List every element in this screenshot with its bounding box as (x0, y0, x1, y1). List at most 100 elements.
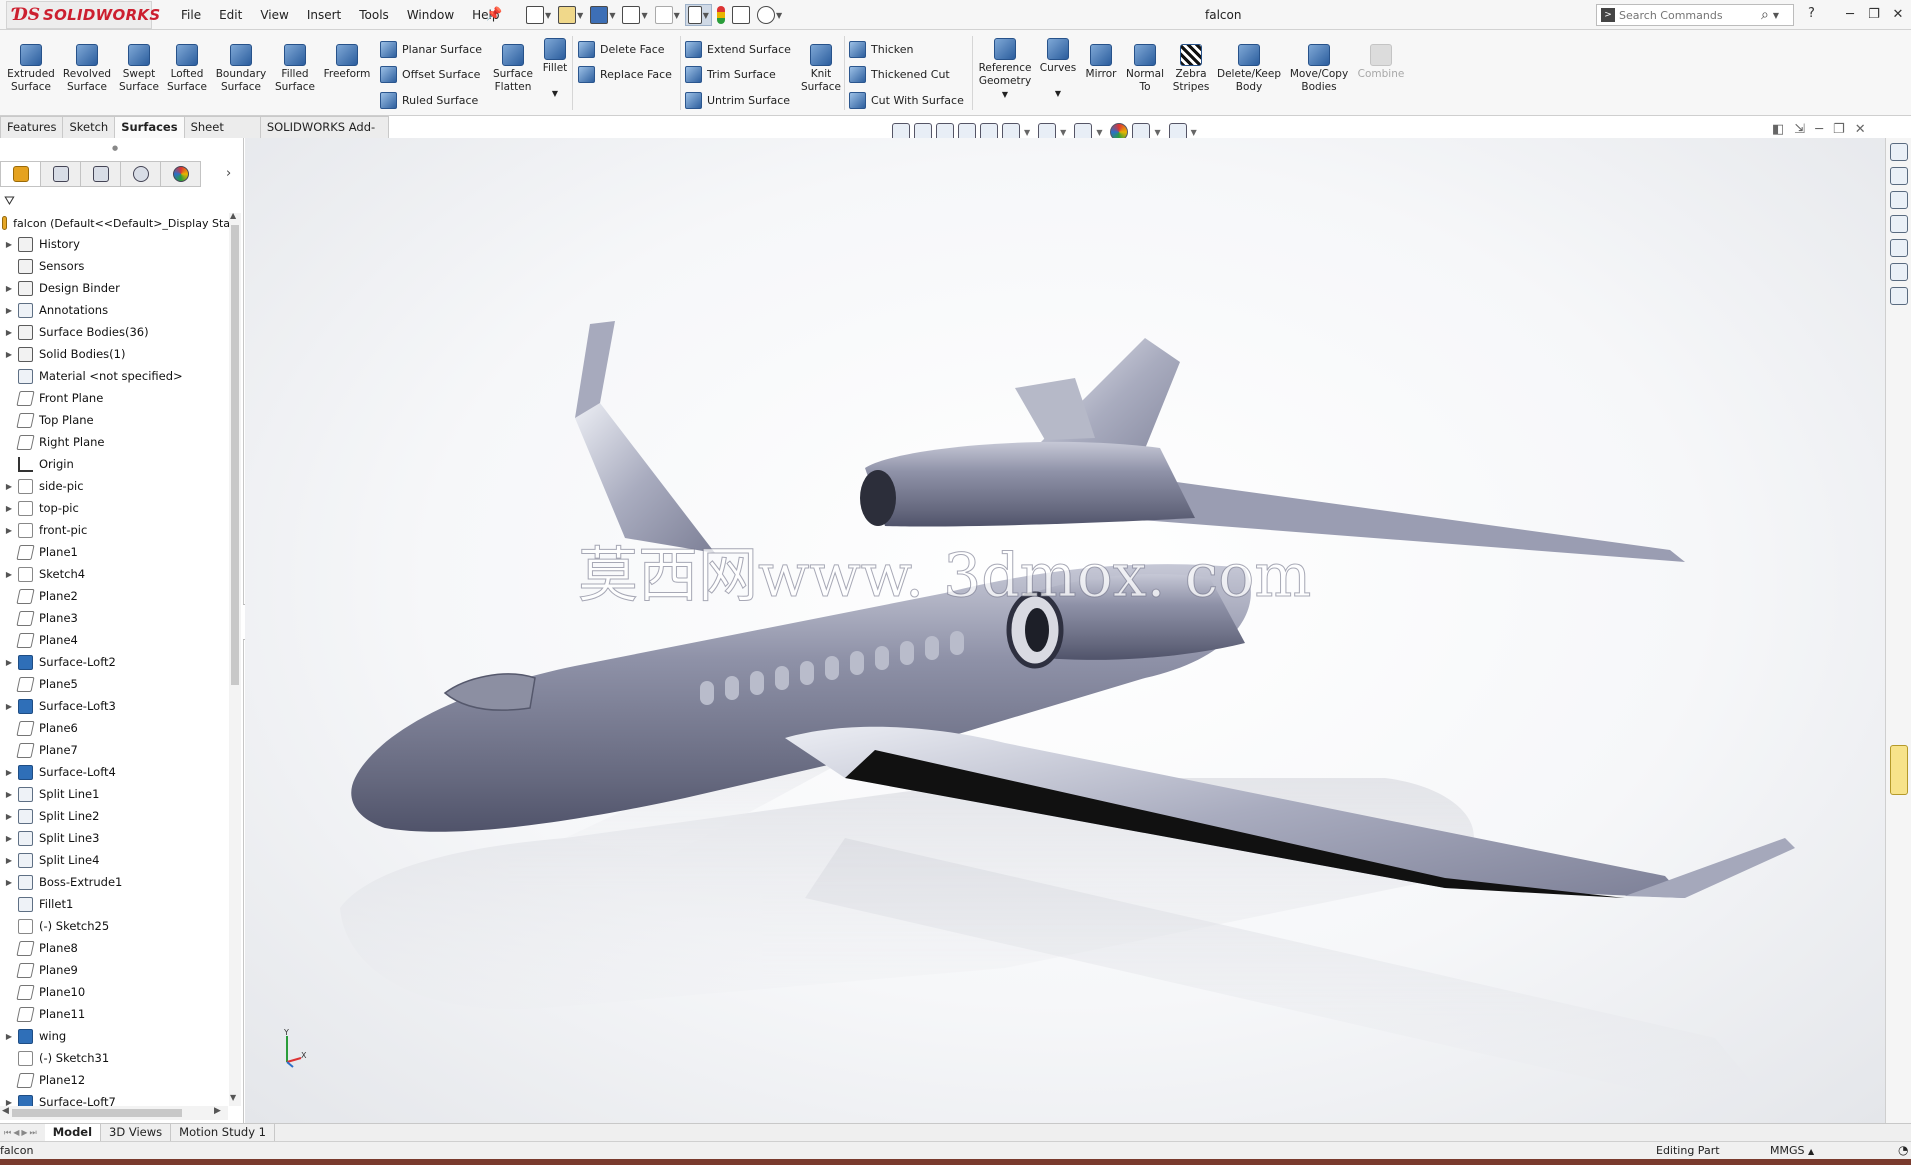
expand-arrow-icon[interactable]: ▶ (0, 658, 18, 667)
new-document-button[interactable]: ▼ (524, 4, 553, 26)
tree-item[interactable]: Plane7 (0, 739, 230, 761)
scrollbar-thumb[interactable] (12, 1109, 182, 1117)
expand-arrow-icon[interactable]: ▶ (0, 1032, 18, 1041)
prev-tab-icon[interactable]: ◀ (13, 1128, 19, 1138)
options-button[interactable]: ▼ (755, 4, 784, 26)
chevron-down-icon[interactable]: ▼ (1154, 128, 1160, 137)
tree-item[interactable]: ▶ top-pic (0, 497, 230, 519)
tree-item[interactable]: ▶ Surface-Loft3 (0, 695, 230, 717)
revolved-surface-button[interactable]: Revolved Surface (58, 44, 116, 94)
tab-3d-views[interactable]: 3D Views (101, 1124, 172, 1141)
unit-system-selector[interactable]: MMGS ▲ (1770, 1144, 1814, 1157)
expand-view-icon[interactable]: ⇲ (1794, 122, 1805, 137)
reference-geometry-button[interactable]: Reference Geometry ▼ (976, 38, 1034, 101)
menu-edit[interactable]: Edit (210, 8, 251, 22)
menu-file[interactable]: File (172, 8, 210, 22)
tree-item[interactable]: Plane8 (0, 937, 230, 959)
expand-arrow-icon[interactable]: ▶ (0, 1098, 18, 1107)
expand-arrow-icon[interactable]: ▶ (0, 768, 18, 777)
feature-manager-tab[interactable] (0, 161, 41, 187)
tree-item[interactable]: ▶ History (0, 233, 230, 255)
tree-item[interactable]: Plane11 (0, 1003, 230, 1025)
minimize-doc-button[interactable]: ─ (1815, 122, 1823, 137)
scroll-up-icon[interactable]: ▲ (230, 211, 236, 220)
rebuild-button[interactable] (715, 4, 727, 26)
forum-icon[interactable] (1890, 287, 1908, 305)
minimize-button[interactable]: ─ (1838, 4, 1862, 26)
scroll-down-icon[interactable]: ▼ (230, 1093, 236, 1102)
extend-surface-button[interactable]: Extend Surface (685, 38, 791, 60)
tree-item[interactable]: ▶ Split Line3 (0, 827, 230, 849)
tree-item[interactable]: ▶ Sketch4 (0, 563, 230, 585)
expand-arrow-icon[interactable]: ▶ (0, 856, 18, 865)
tree-item[interactable]: Top Plane (0, 409, 230, 431)
scrollbar-thumb[interactable] (231, 225, 239, 685)
tree-item[interactable]: ▶ Surface-Loft4 (0, 761, 230, 783)
tree-item[interactable]: ▶ Surface-Loft7 (0, 1091, 230, 1106)
thickened-cut-button[interactable]: Thickened Cut (849, 63, 950, 85)
expand-arrow-icon[interactable]: ▶ (0, 570, 18, 579)
tree-item[interactable]: ▶ Surface Bodies(36) (0, 321, 230, 343)
combine-button[interactable]: Combine (1352, 44, 1410, 81)
tree-item[interactable]: ▶ Split Line4 (0, 849, 230, 871)
filter-icon[interactable]: ⛛ (4, 194, 15, 209)
tree-item[interactable]: (-) Sketch31 (0, 1047, 230, 1069)
tab-motion-study[interactable]: Motion Study 1 (171, 1124, 275, 1141)
last-tab-icon[interactable]: ⏭ (30, 1128, 37, 1138)
expand-arrow-icon[interactable]: ▶ (0, 306, 18, 315)
lofted-surface-button[interactable]: Lofted Surface (158, 44, 216, 94)
next-tab-icon[interactable]: ▶ (21, 1128, 27, 1138)
boundary-surface-button[interactable]: Boundary Surface (212, 44, 270, 94)
display-manager-tab[interactable] (160, 161, 201, 187)
tree-item[interactable]: ▶ Split Line1 (0, 783, 230, 805)
freeform-button[interactable]: Freeform (318, 44, 376, 81)
delete-face-button[interactable]: Delete Face (578, 38, 665, 60)
knit-surface-button[interactable]: Knit Surface (792, 44, 850, 94)
tree-item[interactable]: Plane4 (0, 629, 230, 651)
tab-sketch[interactable]: Sketch (62, 116, 116, 138)
search-input[interactable] (1619, 8, 1759, 22)
tree-root-part[interactable]: falcon (Default<<Default>_Display Sta (0, 213, 230, 233)
offset-surface-button[interactable]: Offset Surface (380, 63, 480, 85)
custom-properties-icon[interactable] (1890, 263, 1908, 281)
select-button[interactable]: ▼ (684, 4, 712, 26)
tab-features[interactable]: Features (0, 116, 64, 138)
scroll-right-icon[interactable]: ▶ (214, 1106, 221, 1116)
panel-grip-icon[interactable]: ● (112, 144, 118, 152)
tree-item[interactable]: ▶ Solid Bodies(1) (0, 343, 230, 365)
menu-view[interactable]: View (251, 8, 297, 22)
configuration-manager-tab[interactable] (80, 161, 121, 187)
search-icon[interactable]: ⌕ (1761, 7, 1769, 23)
scroll-left-icon[interactable]: ◀ (2, 1106, 9, 1116)
property-manager-tab[interactable] (40, 161, 81, 187)
home-icon[interactable] (1890, 143, 1908, 161)
tab-sheet-metal[interactable]: Sheet Metal (183, 116, 261, 155)
chevron-down-icon[interactable]: ▼ (1060, 128, 1066, 137)
open-button[interactable]: ▼ (556, 4, 585, 26)
tree-item[interactable]: ▶ Boss-Extrude1 (0, 871, 230, 893)
restore-doc-button[interactable]: ❐ (1833, 122, 1845, 137)
zebra-stripes-button[interactable]: Zebra Stripes (1162, 44, 1220, 94)
expand-arrow-icon[interactable]: ▶ (0, 328, 18, 337)
close-doc-button[interactable]: ✕ (1855, 122, 1866, 137)
untrim-surface-button[interactable]: Untrim Surface (685, 89, 790, 111)
split-view-icon[interactable]: ◧ (1772, 122, 1784, 137)
expand-arrow-icon[interactable]: ▶ (0, 526, 18, 535)
tree-vertical-scrollbar[interactable]: ▲ ▼ (229, 211, 241, 1106)
chevron-down-icon[interactable]: ▼ (1024, 128, 1030, 137)
expand-arrow-icon[interactable]: ▶ (0, 240, 18, 249)
tab-addins[interactable]: SOLIDWORKS Add-Ins (259, 116, 389, 155)
ruled-surface-button[interactable]: Ruled Surface (380, 89, 478, 111)
undo-button[interactable]: ▼ (653, 4, 682, 26)
chevron-down-icon[interactable]: ▼ (1002, 88, 1008, 101)
tree-item[interactable]: ▶ side-pic (0, 475, 230, 497)
chevron-down-icon[interactable]: ▼ (1096, 128, 1102, 137)
fillet-button[interactable]: Fillet ▼ (526, 38, 584, 100)
expand-arrow-icon[interactable]: ▶ (0, 482, 18, 491)
tree-item[interactable]: Plane10 (0, 981, 230, 1003)
tree-item[interactable]: Plane3 (0, 607, 230, 629)
tree-item[interactable]: ▶ Split Line2 (0, 805, 230, 827)
tree-item[interactable]: Front Plane (0, 387, 230, 409)
tree-item[interactable]: Origin (0, 453, 230, 475)
graphics-area[interactable]: 莫西网www. 3dmox. com Y X (245, 138, 1885, 1123)
